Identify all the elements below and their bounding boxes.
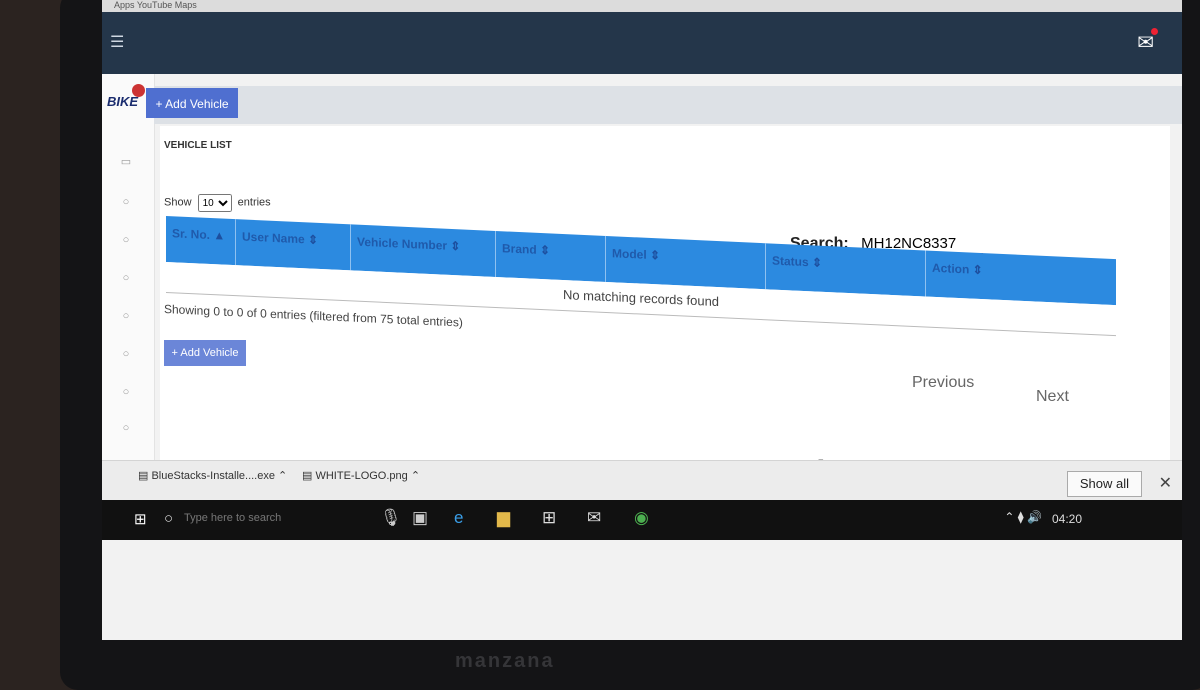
store-icon[interactable]: ⊞: [542, 508, 556, 528]
task-view-icon[interactable]: ▣: [412, 508, 428, 528]
file-icon: ▤: [138, 470, 149, 482]
header-strip: [154, 86, 1182, 124]
file-explorer-icon[interactable]: ▆: [497, 508, 510, 528]
column-header-model[interactable]: Model ⇕: [606, 235, 766, 290]
sidebar-item-icon[interactable]: ○: [120, 234, 132, 246]
entries-label: entries: [237, 196, 271, 209]
windows-taskbar: ⊞ ○ Type here to search 🎙 ▣ e ▆ ⊞ ✉ ◉ ⌃ …: [102, 500, 1182, 540]
chrome-icon[interactable]: ◉: [634, 508, 649, 528]
windows-start-icon[interactable]: ⊞: [134, 510, 147, 528]
show-all-button[interactable]: Show all: [1066, 471, 1142, 497]
sidebar-item-icon[interactable]: ○: [120, 310, 132, 322]
add-vehicle-button-bottom[interactable]: + Add Vehicle: [164, 340, 246, 366]
sidebar-item-icon[interactable]: ○: [120, 386, 132, 398]
logo: BIKE: [107, 94, 139, 109]
add-vehicle-button[interactable]: + Add Vehicle: [146, 88, 238, 118]
menu-icon[interactable]: ☰: [110, 32, 124, 52]
table-info: Showing 0 to 0 of 0 entries (filtered fr…: [164, 302, 463, 330]
column-header-user-name[interactable]: User Name ⇕: [236, 219, 351, 271]
screen: Apps YouTube Maps ☰ ✉ BIKE ▭ ○ ○ ○ ○ ○ ○…: [102, 0, 1182, 640]
show-label: Show: [164, 196, 192, 209]
page-title: VEHICLE LIST: [164, 140, 232, 151]
entries-select[interactable]: 10: [197, 194, 232, 212]
taskbar-search[interactable]: Type here to search: [184, 512, 281, 524]
download-item[interactable]: ▤ BlueStacks-Installe....exe ⌃: [138, 469, 287, 482]
system-tray-icons[interactable]: ⌃ ⧫ 🔊: [1004, 510, 1042, 524]
column-header-status[interactable]: Status ⇕: [766, 243, 926, 297]
edge-icon[interactable]: e: [454, 508, 463, 528]
sidebar-item-icon[interactable]: ○: [120, 196, 132, 208]
bookmarks-bar[interactable]: Apps YouTube Maps: [102, 0, 1182, 12]
sidebar-item-icon[interactable]: ○: [120, 348, 132, 360]
column-header-sr-no[interactable]: Sr. No. ▲: [166, 216, 236, 266]
close-icon[interactable]: ✕: [1159, 473, 1172, 493]
sidebar-item-icon[interactable]: ○: [120, 272, 132, 284]
main-content: + Add Vehicle VEHICLE LIST Show 10 entri…: [146, 74, 1182, 524]
top-navbar: ☰ ✉: [102, 12, 1182, 74]
downloads-bar: ▤ BlueStacks-Installe....exe ⌃ ▤ WHITE-L…: [102, 460, 1182, 501]
microphone-icon[interactable]: 🎙: [380, 508, 402, 528]
sidebar: BIKE ▭ ○ ○ ○ ○ ○ ○ ○: [102, 74, 155, 524]
vehicle-list-panel: VEHICLE LIST Show 10 entries Search: Sr.…: [160, 126, 1170, 516]
column-header-vehicle-number[interactable]: Vehicle Number ⇕: [351, 224, 496, 277]
previous-button[interactable]: Previous: [912, 374, 974, 392]
entries-control: Show 10 entries: [164, 194, 271, 212]
clock[interactable]: 04:20: [1052, 512, 1082, 526]
notification-dot: [1151, 28, 1158, 35]
mail-app-icon[interactable]: ✉: [587, 508, 601, 528]
file-icon: ▤: [302, 470, 313, 482]
sidebar-item-icon[interactable]: ○: [120, 422, 132, 434]
monitor-icon[interactable]: ▭: [120, 156, 132, 168]
next-button[interactable]: Next: [1036, 388, 1069, 406]
download-item[interactable]: ▤ WHITE-LOGO.png ⌃: [302, 469, 420, 482]
monitor-brand-logo: manzana: [455, 650, 555, 672]
column-header-brand[interactable]: Brand ⇕: [496, 230, 606, 282]
cortana-icon[interactable]: ○: [164, 510, 173, 527]
